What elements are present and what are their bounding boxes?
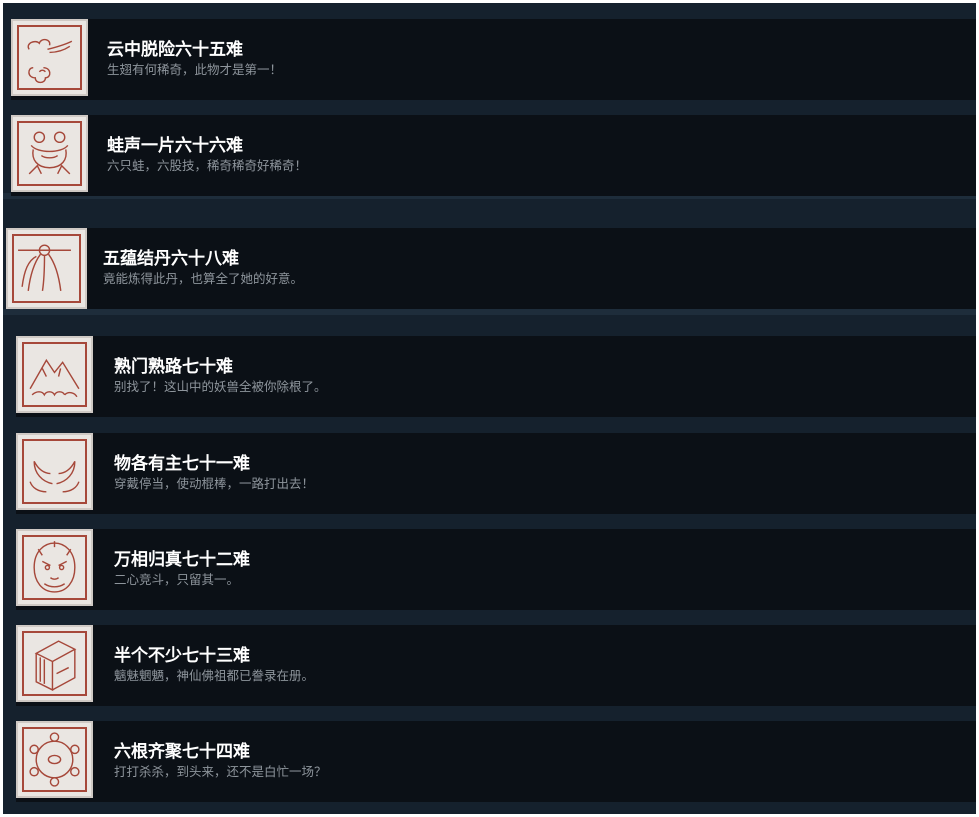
cloud-icon [27,38,73,84]
book-icon [34,640,77,692]
achievement-description: 别找了！这山中的妖兽全被你除根了。 [114,379,327,394]
achievement-description: 六只蛙，六股技，稀奇稀奇好稀奇！ [107,158,308,173]
achievement-row: 五蕴结丹六十八难 竟能炼得此丹，也算全了她的好意。 [6,228,976,309]
achievement-list: 云中脱险六十五难 生翅有何稀奇，此物才是第一！ 蛙声一片六十六难 六只蛙，六股技… [3,3,976,814]
achievement-title: 物各有主七十一难 [114,454,250,474]
horns-icon [29,461,80,493]
achievement-title: 半个不少七十三难 [114,646,250,666]
achievement-row: 蛙声一片六十六难 六只蛙，六股技，稀奇稀奇好稀奇！ [11,115,976,196]
achievement-icon [16,625,93,702]
achievement-description: 穿戴停当，使动棍棒，一路打出去！ [114,476,315,491]
achievement-description: 打打杀杀，到头来，还不是白忙一场？ [114,764,327,779]
achievement-description: 生翅有何稀奇，此物才是第一！ [107,62,283,77]
achievement-title: 蛙声一片六十六难 [107,136,243,156]
achievement-icon [16,529,93,606]
divider [3,309,976,315]
achievement-icon [11,19,88,96]
achievement-icon [16,721,93,798]
achievement-row: 六根齐聚七十四难 打打杀杀，到头来，还不是白忙一场？ [16,721,976,802]
achievement-row: 云中脱险六十五难 生翅有何稀奇，此物才是第一！ [11,19,976,100]
achievement-row: 物各有主七十一难 穿戴停当，使动棍棒，一路打出去！ [16,433,976,514]
achievement-icon [6,228,87,309]
mountain-icon [29,358,80,398]
achievement-row: 熟门熟路七十难 别找了！这山中的妖兽全被你除根了。 [16,336,976,417]
achievement-icon [16,433,93,510]
frog-icon [28,131,71,175]
achievement-description: 二心竞斗，只留其一。 [114,572,240,587]
achievement-title: 熟门熟路七十难 [114,357,233,377]
six-roots-icon [29,732,80,787]
achievement-description: 竟能炼得此丹，也算全了她的好意。 [103,271,304,286]
monkey-face-icon [33,541,76,593]
achievement-title: 万相归真七十二难 [114,550,250,570]
achievement-icon [16,336,93,413]
achievement-title: 五蕴结丹六十八难 [103,249,239,269]
achievement-icon [11,115,88,192]
achievement-row: 万相归真七十二难 二心竞斗，只留其一。 [16,529,976,610]
achievement-description: 魑魅魍魉，神仙佛祖都已誊录在册。 [114,668,315,683]
achievement-title: 六根齐聚七十四难 [114,742,250,762]
hairpin-icon [18,244,71,292]
achievement-title: 云中脱险六十五难 [107,40,243,60]
achievement-row: 半个不少七十三难 魑魅魍魉，神仙佛祖都已誊录在册。 [16,625,976,706]
